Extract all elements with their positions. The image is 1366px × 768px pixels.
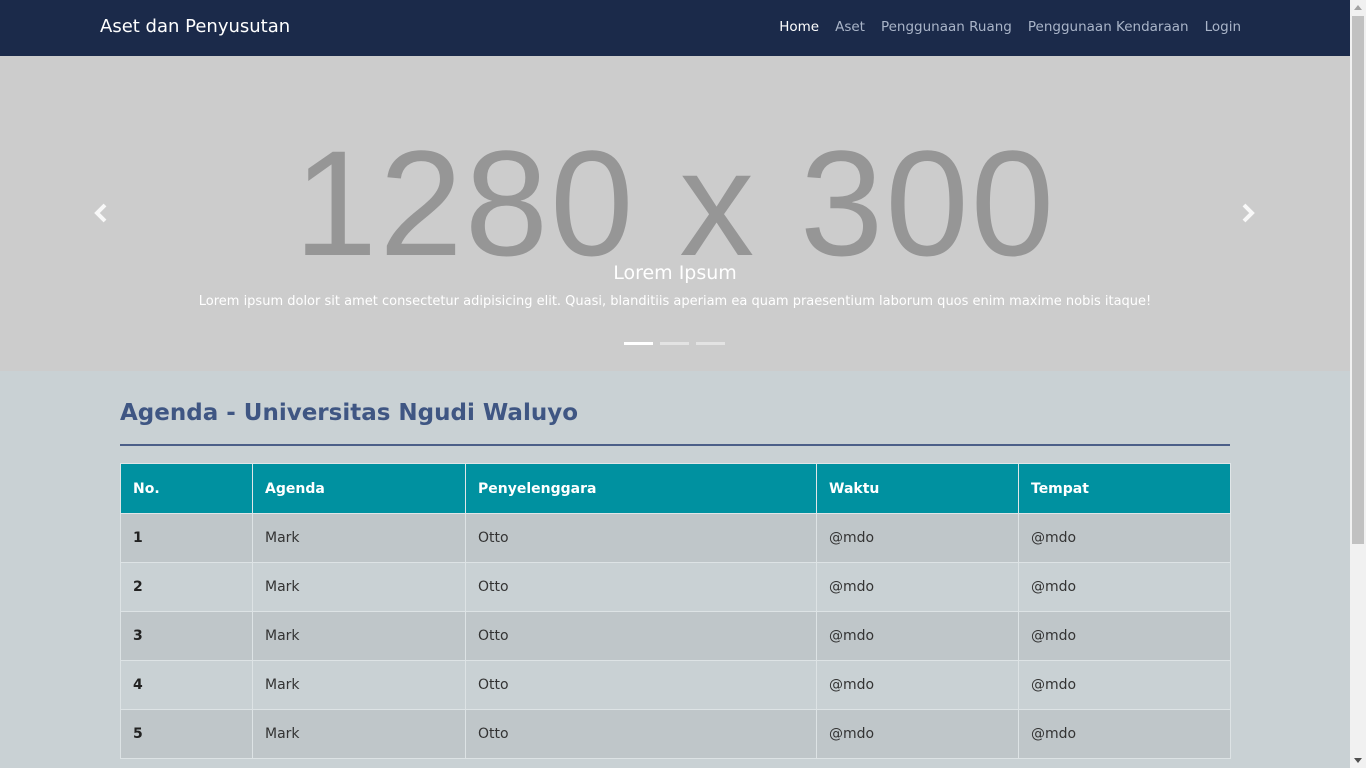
cell-no: 5	[120, 709, 253, 759]
column-header-penyelenggara: Penyelenggara	[465, 463, 817, 514]
nav-menu: Home Aset Penggunaan Ruang Penggunaan Ke…	[779, 19, 1241, 35]
table-header-row: No. Agenda Penyelenggara Waktu Tempat	[120, 463, 1231, 514]
column-header-no: No.	[120, 463, 253, 514]
cell-tempat: @mdo	[1018, 513, 1231, 563]
cell-waktu: @mdo	[816, 562, 1019, 612]
cell-penyelenggara: Otto	[465, 611, 817, 661]
table-row: 3 Mark Otto @mdo @mdo	[120, 611, 1231, 661]
carousel-indicators	[624, 342, 725, 345]
navbar-brand[interactable]: Aset dan Penyusutan	[100, 16, 290, 37]
table-row: 4 Mark Otto @mdo @mdo	[120, 660, 1231, 710]
cell-agenda: Mark	[252, 513, 466, 563]
column-header-tempat: Tempat	[1018, 463, 1231, 514]
cell-tempat: @mdo	[1018, 611, 1231, 661]
carousel-caption: Lorem Ipsum Lorem ipsum dolor sit amet c…	[0, 262, 1350, 309]
carousel-next-button[interactable]	[1236, 196, 1260, 230]
cell-agenda: Mark	[252, 562, 466, 612]
scroll-down-arrow-icon[interactable]	[1354, 758, 1362, 763]
navbar: Aset dan Penyusutan Home Aset Penggunaan…	[0, 0, 1350, 56]
nav-item-login[interactable]: Login	[1205, 19, 1241, 35]
cell-penyelenggara: Otto	[465, 513, 817, 563]
cell-penyelenggara: Otto	[465, 562, 817, 612]
nav-item-home[interactable]: Home	[779, 19, 819, 35]
nav-item-penggunaan-kendaraan[interactable]: Penggunaan Kendaraan	[1028, 19, 1189, 35]
cell-agenda: Mark	[252, 611, 466, 661]
hero-carousel: 1280 x 300 Lorem Ipsum Lorem ipsum dolor…	[0, 56, 1350, 371]
carousel-caption-text: Lorem ipsum dolor sit amet consectetur a…	[198, 294, 1152, 309]
table-row: 5 Mark Otto @mdo @mdo	[120, 709, 1231, 759]
chevron-right-icon	[1242, 203, 1255, 223]
title-divider	[120, 444, 1230, 446]
chevron-left-icon	[94, 203, 107, 223]
carousel-indicator-1[interactable]	[624, 342, 653, 345]
nav-item-penggunaan-ruang[interactable]: Penggunaan Ruang	[881, 19, 1012, 35]
agenda-table: No. Agenda Penyelenggara Waktu Tempat 1 …	[120, 463, 1231, 759]
scroll-up-arrow-icon[interactable]	[1354, 5, 1362, 10]
column-header-agenda: Agenda	[252, 463, 466, 514]
table-row: 1 Mark Otto @mdo @mdo	[120, 513, 1231, 563]
cell-tempat: @mdo	[1018, 660, 1231, 710]
cell-no: 4	[120, 660, 253, 710]
scrollbar-thumb[interactable]	[1352, 16, 1364, 544]
nav-item-aset[interactable]: Aset	[835, 19, 865, 35]
cell-waktu: @mdo	[816, 513, 1019, 563]
cell-penyelenggara: Otto	[465, 660, 817, 710]
carousel-caption-title: Lorem Ipsum	[613, 262, 737, 284]
cell-agenda: Mark	[252, 709, 466, 759]
cell-waktu: @mdo	[816, 709, 1019, 759]
table-row: 2 Mark Otto @mdo @mdo	[120, 562, 1231, 612]
carousel-placeholder-text: 1280 x 300	[293, 119, 1057, 287]
cell-penyelenggara: Otto	[465, 709, 817, 759]
cell-agenda: Mark	[252, 660, 466, 710]
cell-no: 2	[120, 562, 253, 612]
cell-waktu: @mdo	[816, 660, 1019, 710]
agenda-title: Agenda - Universitas Ngudi Waluyo	[120, 400, 579, 426]
column-header-waktu: Waktu	[816, 463, 1019, 514]
vertical-scrollbar[interactable]	[1350, 0, 1366, 768]
cell-tempat: @mdo	[1018, 562, 1231, 612]
carousel-prev-button[interactable]	[89, 196, 113, 230]
cell-waktu: @mdo	[816, 611, 1019, 661]
cell-tempat: @mdo	[1018, 709, 1231, 759]
carousel-indicator-2[interactable]	[660, 342, 689, 345]
cell-no: 1	[120, 513, 253, 563]
carousel-indicator-3[interactable]	[696, 342, 725, 345]
cell-no: 3	[120, 611, 253, 661]
